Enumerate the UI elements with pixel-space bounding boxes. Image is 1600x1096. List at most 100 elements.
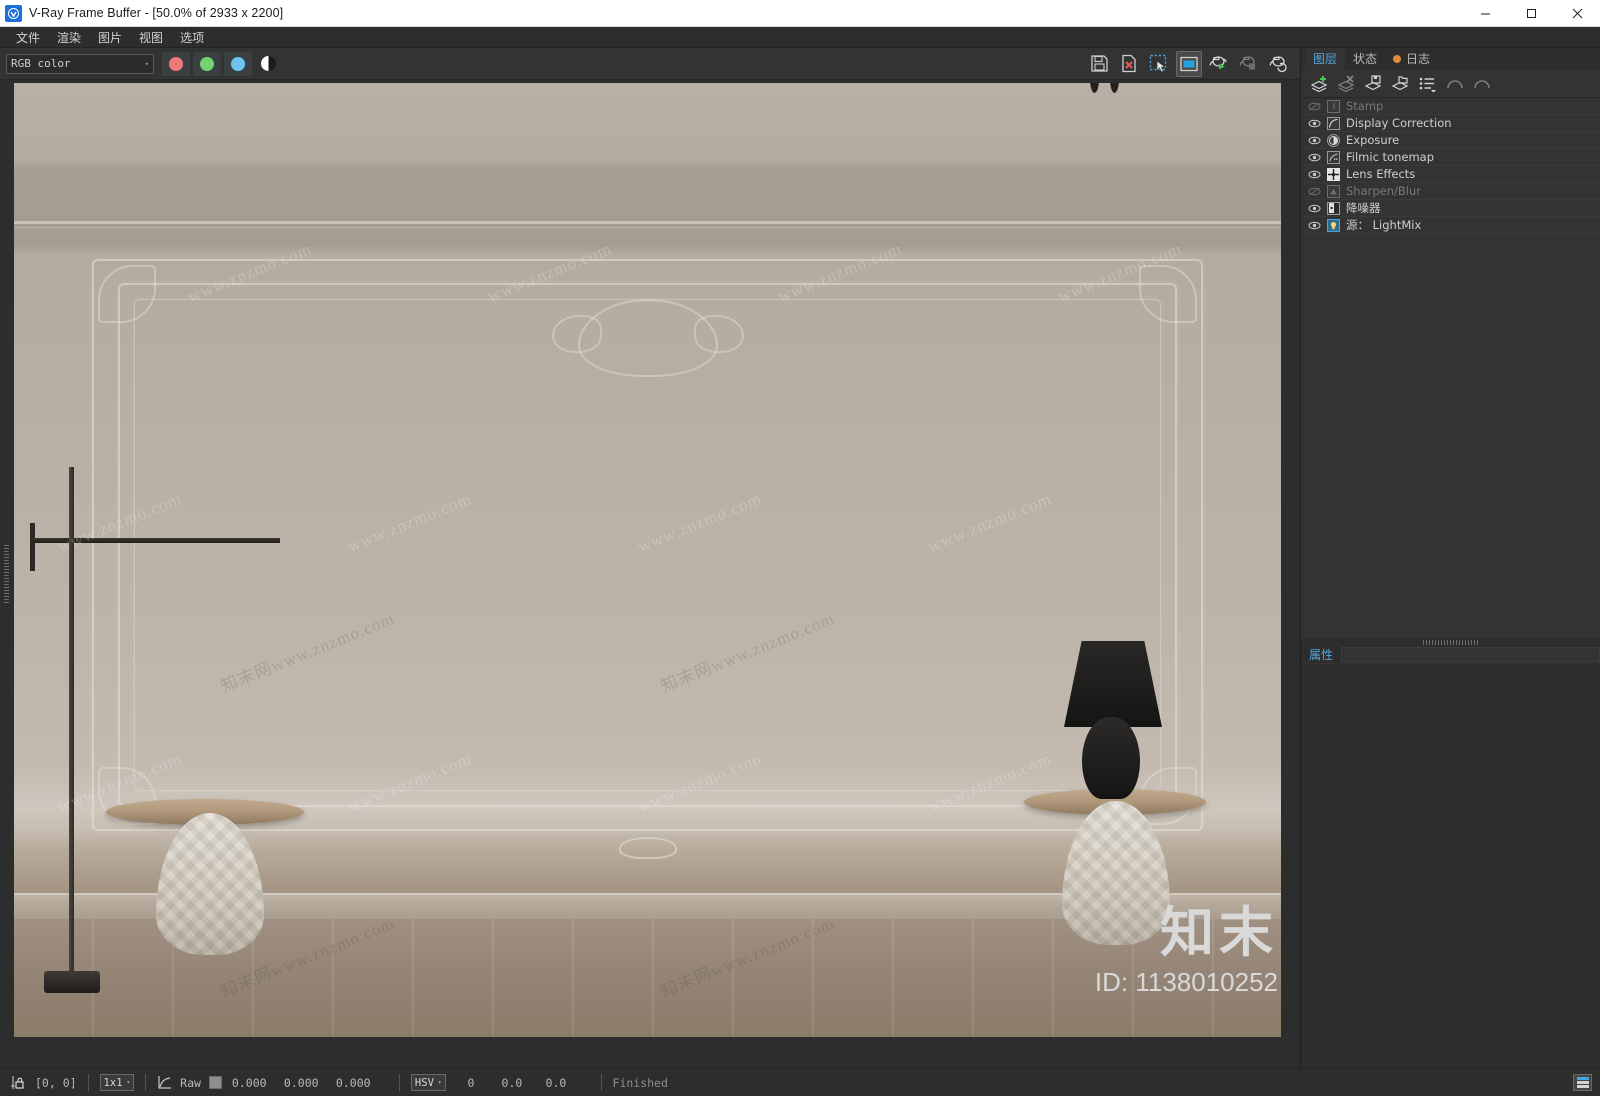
status-separator — [600, 1074, 602, 1091]
menu-options[interactable]: 选项 — [172, 27, 212, 48]
layer-row[interactable]: Exposure — [1301, 132, 1600, 149]
layer-presets-icon[interactable] — [1415, 72, 1440, 96]
layer-visibility-icon[interactable] — [1307, 119, 1321, 128]
render-last-icon[interactable] — [1266, 51, 1292, 77]
rgb-r-value: 0.000 — [231, 1075, 267, 1090]
hsv-s-value: 0.0 — [501, 1075, 523, 1090]
layer-row[interactable]: Sharpen/Blur — [1301, 183, 1600, 200]
color-mode-select[interactable]: HSV ▾ — [410, 1074, 446, 1091]
log-alert-dot-icon — [1393, 54, 1402, 63]
panel-splitter[interactable] — [1301, 638, 1600, 646]
layer-label: Display Correction — [1346, 116, 1452, 130]
history-row — [1576, 1081, 1589, 1084]
wall-rail-upper2 — [14, 227, 1281, 228]
raw-label: Raw — [180, 1075, 201, 1090]
red-channel-button[interactable] — [162, 51, 190, 76]
render-canvas[interactable]: www.znzmo.com www.znzmo.com www.znzmo.co… — [13, 80, 1300, 1068]
curve-icon[interactable] — [157, 1075, 172, 1090]
vfb-window: V-Ray Frame Buffer - [50.0% of 2933 x 22… — [0, 0, 1600, 1096]
layer-visibility-icon[interactable] — [1307, 221, 1321, 230]
sample-size-value: 1x1 — [103, 1076, 123, 1089]
tab-layers-label: 图层 — [1313, 52, 1338, 66]
color-preview-swatch — [208, 1076, 222, 1089]
minimize-button[interactable] — [1462, 0, 1508, 27]
tab-status[interactable]: 状态 — [1345, 48, 1385, 70]
curve-icon — [1327, 116, 1340, 130]
save-image-icon[interactable] — [1086, 51, 1112, 77]
layer-row[interactable]: Filmic tonemap — [1301, 149, 1600, 166]
layer-label: 降噪器 — [1346, 201, 1381, 215]
undo-icon[interactable] — [1442, 72, 1467, 96]
alpha-channel-button[interactable] — [261, 56, 276, 71]
layer-visibility-icon[interactable] — [1307, 204, 1321, 213]
layer-row[interactable]: Lens Effects — [1301, 166, 1600, 183]
floor-lamp-upright — [30, 523, 35, 571]
layers-empty-area[interactable] — [1301, 234, 1600, 638]
menu-render[interactable]: 渲染 — [49, 27, 89, 48]
layer-row[interactable]: Stamp — [1301, 98, 1600, 115]
right-panel: 图层 状态 日志 Stamp Display Correction Exposu… — [1300, 48, 1600, 1068]
region-render-icon[interactable] — [1146, 51, 1172, 77]
layers-list: Stamp Display Correction Exposure Filmic… — [1301, 98, 1600, 234]
history-row-active — [1576, 1077, 1589, 1080]
bottom-ornament — [618, 837, 677, 859]
redo-icon[interactable] — [1469, 72, 1494, 96]
layer-visibility-icon[interactable] — [1307, 136, 1321, 145]
properties-label: 属性 — [1309, 648, 1334, 662]
wall-rail-upper — [14, 221, 1281, 224]
lens-icon — [1327, 167, 1340, 181]
green-channel-button[interactable] — [193, 51, 221, 76]
properties-title-bar — [1341, 647, 1600, 662]
properties-body[interactable] — [1301, 663, 1600, 1068]
tab-status-label: 状态 — [1353, 52, 1378, 66]
render-state: Finished — [612, 1075, 668, 1090]
status-separator — [398, 1074, 400, 1091]
stamp-icon — [1327, 99, 1340, 113]
side-table-left-base — [156, 813, 264, 955]
layer-visibility-off-icon[interactable] — [1307, 102, 1321, 111]
layer-visibility-icon[interactable] — [1307, 153, 1321, 162]
layer-visibility-off-icon[interactable] — [1307, 187, 1321, 196]
stop-render-icon[interactable] — [1236, 51, 1262, 77]
viewport-left-splitter[interactable] — [0, 80, 13, 1068]
status-separator — [145, 1074, 147, 1091]
tab-layers[interactable]: 图层 — [1305, 48, 1346, 70]
layer-row[interactable]: Display Correction — [1301, 115, 1600, 132]
menu-image[interactable]: 图片 — [90, 27, 130, 48]
lock-pixel-icon[interactable] — [10, 1075, 25, 1091]
channel-select-value: RGB color — [11, 57, 71, 70]
layer-label: Sharpen/Blur — [1346, 184, 1422, 198]
menu-file[interactable]: 文件 — [8, 27, 48, 48]
history-list-icon[interactable] — [1573, 1074, 1592, 1091]
add-layer-icon[interactable] — [1307, 72, 1332, 96]
save-layers-icon[interactable] — [1361, 72, 1386, 96]
rgb-g-value: 0.000 — [283, 1075, 319, 1090]
blue-channel-button[interactable] — [224, 51, 252, 76]
sample-size-select[interactable]: 1x1 ▾ — [99, 1074, 135, 1091]
panel-tabs: 图层 状态 日志 — [1301, 48, 1600, 70]
clear-image-icon[interactable] — [1116, 51, 1142, 77]
layer-row[interactable]: 降噪器 — [1301, 200, 1600, 217]
layer-label: Lens Effects — [1346, 167, 1416, 181]
bunny-ear-left — [1090, 83, 1099, 93]
channel-select[interactable]: RGB color ▾ — [6, 53, 154, 74]
menu-view[interactable]: 视图 — [131, 27, 171, 48]
view-mode-icon[interactable] — [1176, 50, 1202, 77]
main-body: RGB color ▾ www.znzmo.com www.znzmo.com … — [0, 48, 1600, 1068]
close-button[interactable] — [1554, 0, 1600, 27]
floor-lamp-base — [44, 971, 100, 993]
layer-row[interactable]: 源： LightMix — [1301, 217, 1600, 234]
vray-logo-icon — [5, 4, 22, 22]
load-layers-icon[interactable] — [1388, 72, 1413, 96]
tab-log-label: 日志 — [1406, 52, 1431, 66]
start-render-icon[interactable] — [1206, 51, 1232, 77]
layer-label: Exposure — [1346, 133, 1400, 147]
delete-layer-icon[interactable] — [1334, 72, 1359, 96]
image-viewport[interactable]: www.znzmo.com www.znzmo.com www.znzmo.co… — [0, 80, 1300, 1068]
hsv-h-value: 0 — [467, 1075, 475, 1090]
layer-visibility-icon[interactable] — [1307, 170, 1321, 179]
tab-log[interactable]: 日志 — [1385, 48, 1438, 70]
window-title: V-Ray Frame Buffer - [50.0% of 2933 x 22… — [29, 6, 284, 20]
maximize-button[interactable] — [1508, 0, 1554, 27]
rendered-image: www.znzmo.com www.znzmo.com www.znzmo.co… — [14, 83, 1281, 1037]
